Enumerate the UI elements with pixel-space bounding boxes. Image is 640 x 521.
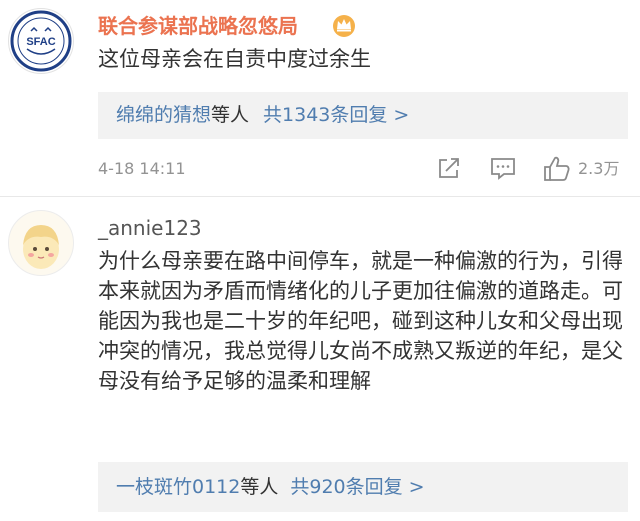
avatar-annie[interactable] [8, 210, 74, 276]
share-icon[interactable] [437, 155, 461, 181]
timestamp: 4-18 14:11 [98, 159, 186, 178]
comment-icon[interactable] [490, 155, 516, 181]
thumbs-up-icon[interactable] [543, 155, 571, 183]
avatar-logo-text: SFAC [26, 36, 55, 48]
author-name[interactable]: 联合参谋部战略忽悠局 [98, 14, 298, 38]
reply-mid-text: 等人 [240, 476, 279, 498]
reply-mid-text: 等人 [211, 104, 250, 126]
reply-user-link[interactable]: 绵绵的猜想 [116, 104, 211, 126]
comment-text: 这位母亲会在自责中度过余生 [98, 47, 371, 71]
reply-summary[interactable]: 绵绵的猜想等人 共1343条回复 > [98, 92, 628, 139]
reply-user-link[interactable]: 一枝斑竹0112 [116, 476, 240, 498]
author-name[interactable]: _annie123 [98, 216, 202, 240]
reply-count-link[interactable]: 共920条回复 > [290, 476, 424, 498]
crown-badge-icon [333, 15, 355, 37]
comment-divider [0, 196, 640, 197]
avatar-sfac[interactable]: SFAC [8, 8, 74, 74]
reply-count-link[interactable]: 共1343条回复 > [263, 104, 409, 126]
comment-text: 为什么母亲要在路中间停车，就是一种偏激的行为，引得本来就因为矛盾而情绪化的儿子更… [98, 249, 623, 393]
reply-summary[interactable]: 一枝斑竹0112等人 共920条回复 > [98, 462, 628, 512]
like-count: 2.3万 [578, 159, 620, 178]
